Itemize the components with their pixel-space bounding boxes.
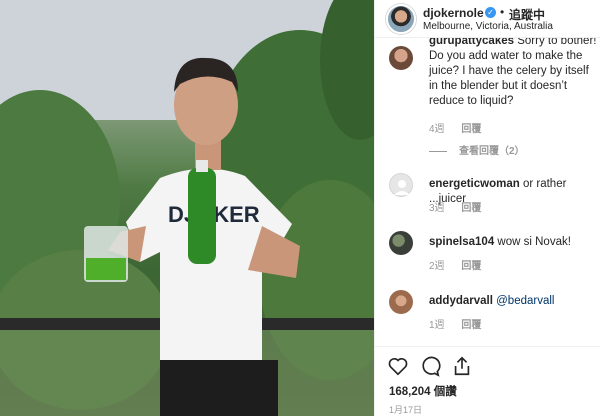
heart-icon[interactable]: [387, 355, 409, 377]
comment-reply-button[interactable]: 回覆: [461, 124, 481, 135]
post-date[interactable]: 1月17日: [389, 403, 422, 416]
photo-illustration: DJOKER: [0, 0, 374, 416]
comment-meta: 1週 回覆: [429, 316, 495, 331]
author-username[interactable]: djokernole: [423, 6, 484, 20]
comment-time: 3週: [429, 203, 445, 214]
comment-time: 1週: [429, 320, 445, 331]
view-replies-button[interactable]: 查看回覆（2）: [429, 142, 525, 157]
comment-reply-button[interactable]: 回覆: [461, 320, 481, 331]
comment-meta: 2週 回覆: [429, 257, 495, 272]
author-avatar[interactable]: [386, 4, 416, 34]
view-replies-label: 查看回覆（2）: [459, 146, 525, 157]
comment-meta: 4週 回覆: [429, 120, 495, 135]
verified-badge-icon: ✓: [485, 7, 496, 18]
comment-username[interactable]: spinelsa104: [429, 236, 494, 248]
share-icon[interactable]: [451, 355, 473, 377]
post-actions: 168,204 個讚 1月17日: [375, 346, 600, 416]
comment-avatar[interactable]: [389, 173, 413, 197]
post-header: djokernole ✓ • 追蹤中 Melbourne, Victoria, …: [375, 0, 600, 38]
comment-body[interactable]: @bedarvall: [496, 295, 554, 307]
header-separator: •: [500, 5, 505, 19]
comment-avatar[interactable]: [389, 290, 413, 314]
comment-text-block: gurupattycakes Sorry to bother! Do you a…: [429, 38, 597, 109]
post-photo[interactable]: DJOKER: [0, 0, 374, 416]
comments-list[interactable]: gurupattycakes Sorry to bother! Do you a…: [375, 38, 600, 346]
comment-meta: 3週 回覆: [429, 199, 495, 214]
comment-username[interactable]: addydarvall: [429, 295, 493, 307]
comment-body: wow si Novak!: [497, 236, 571, 248]
comment-time: 2週: [429, 261, 445, 272]
comment-avatar[interactable]: [389, 231, 413, 255]
post-side-panel: djokernole ✓ • 追蹤中 Melbourne, Victoria, …: [374, 0, 600, 416]
comment-icon[interactable]: [419, 355, 441, 377]
comment-reply-button[interactable]: 回覆: [461, 261, 481, 272]
comment-time: 4週: [429, 124, 445, 135]
likes-count[interactable]: 168,204 個讚: [389, 383, 457, 399]
comment-reply-button[interactable]: 回覆: [461, 203, 481, 214]
comment-text-block: spinelsa104 wow si Novak!: [429, 235, 597, 250]
comment-avatar[interactable]: [389, 46, 413, 70]
view-replies-line: [429, 150, 447, 152]
default-avatar-icon: [394, 180, 410, 195]
comment-text-block: addydarvall @bedarvall: [429, 294, 597, 309]
comment-username[interactable]: energeticwoman: [429, 178, 520, 190]
location-link[interactable]: Melbourne, Victoria, Australia: [423, 21, 553, 32]
comment-username[interactable]: gurupattycakes: [429, 38, 514, 47]
comment-body: Sorry to bother! Do you add water to mak…: [429, 38, 597, 107]
